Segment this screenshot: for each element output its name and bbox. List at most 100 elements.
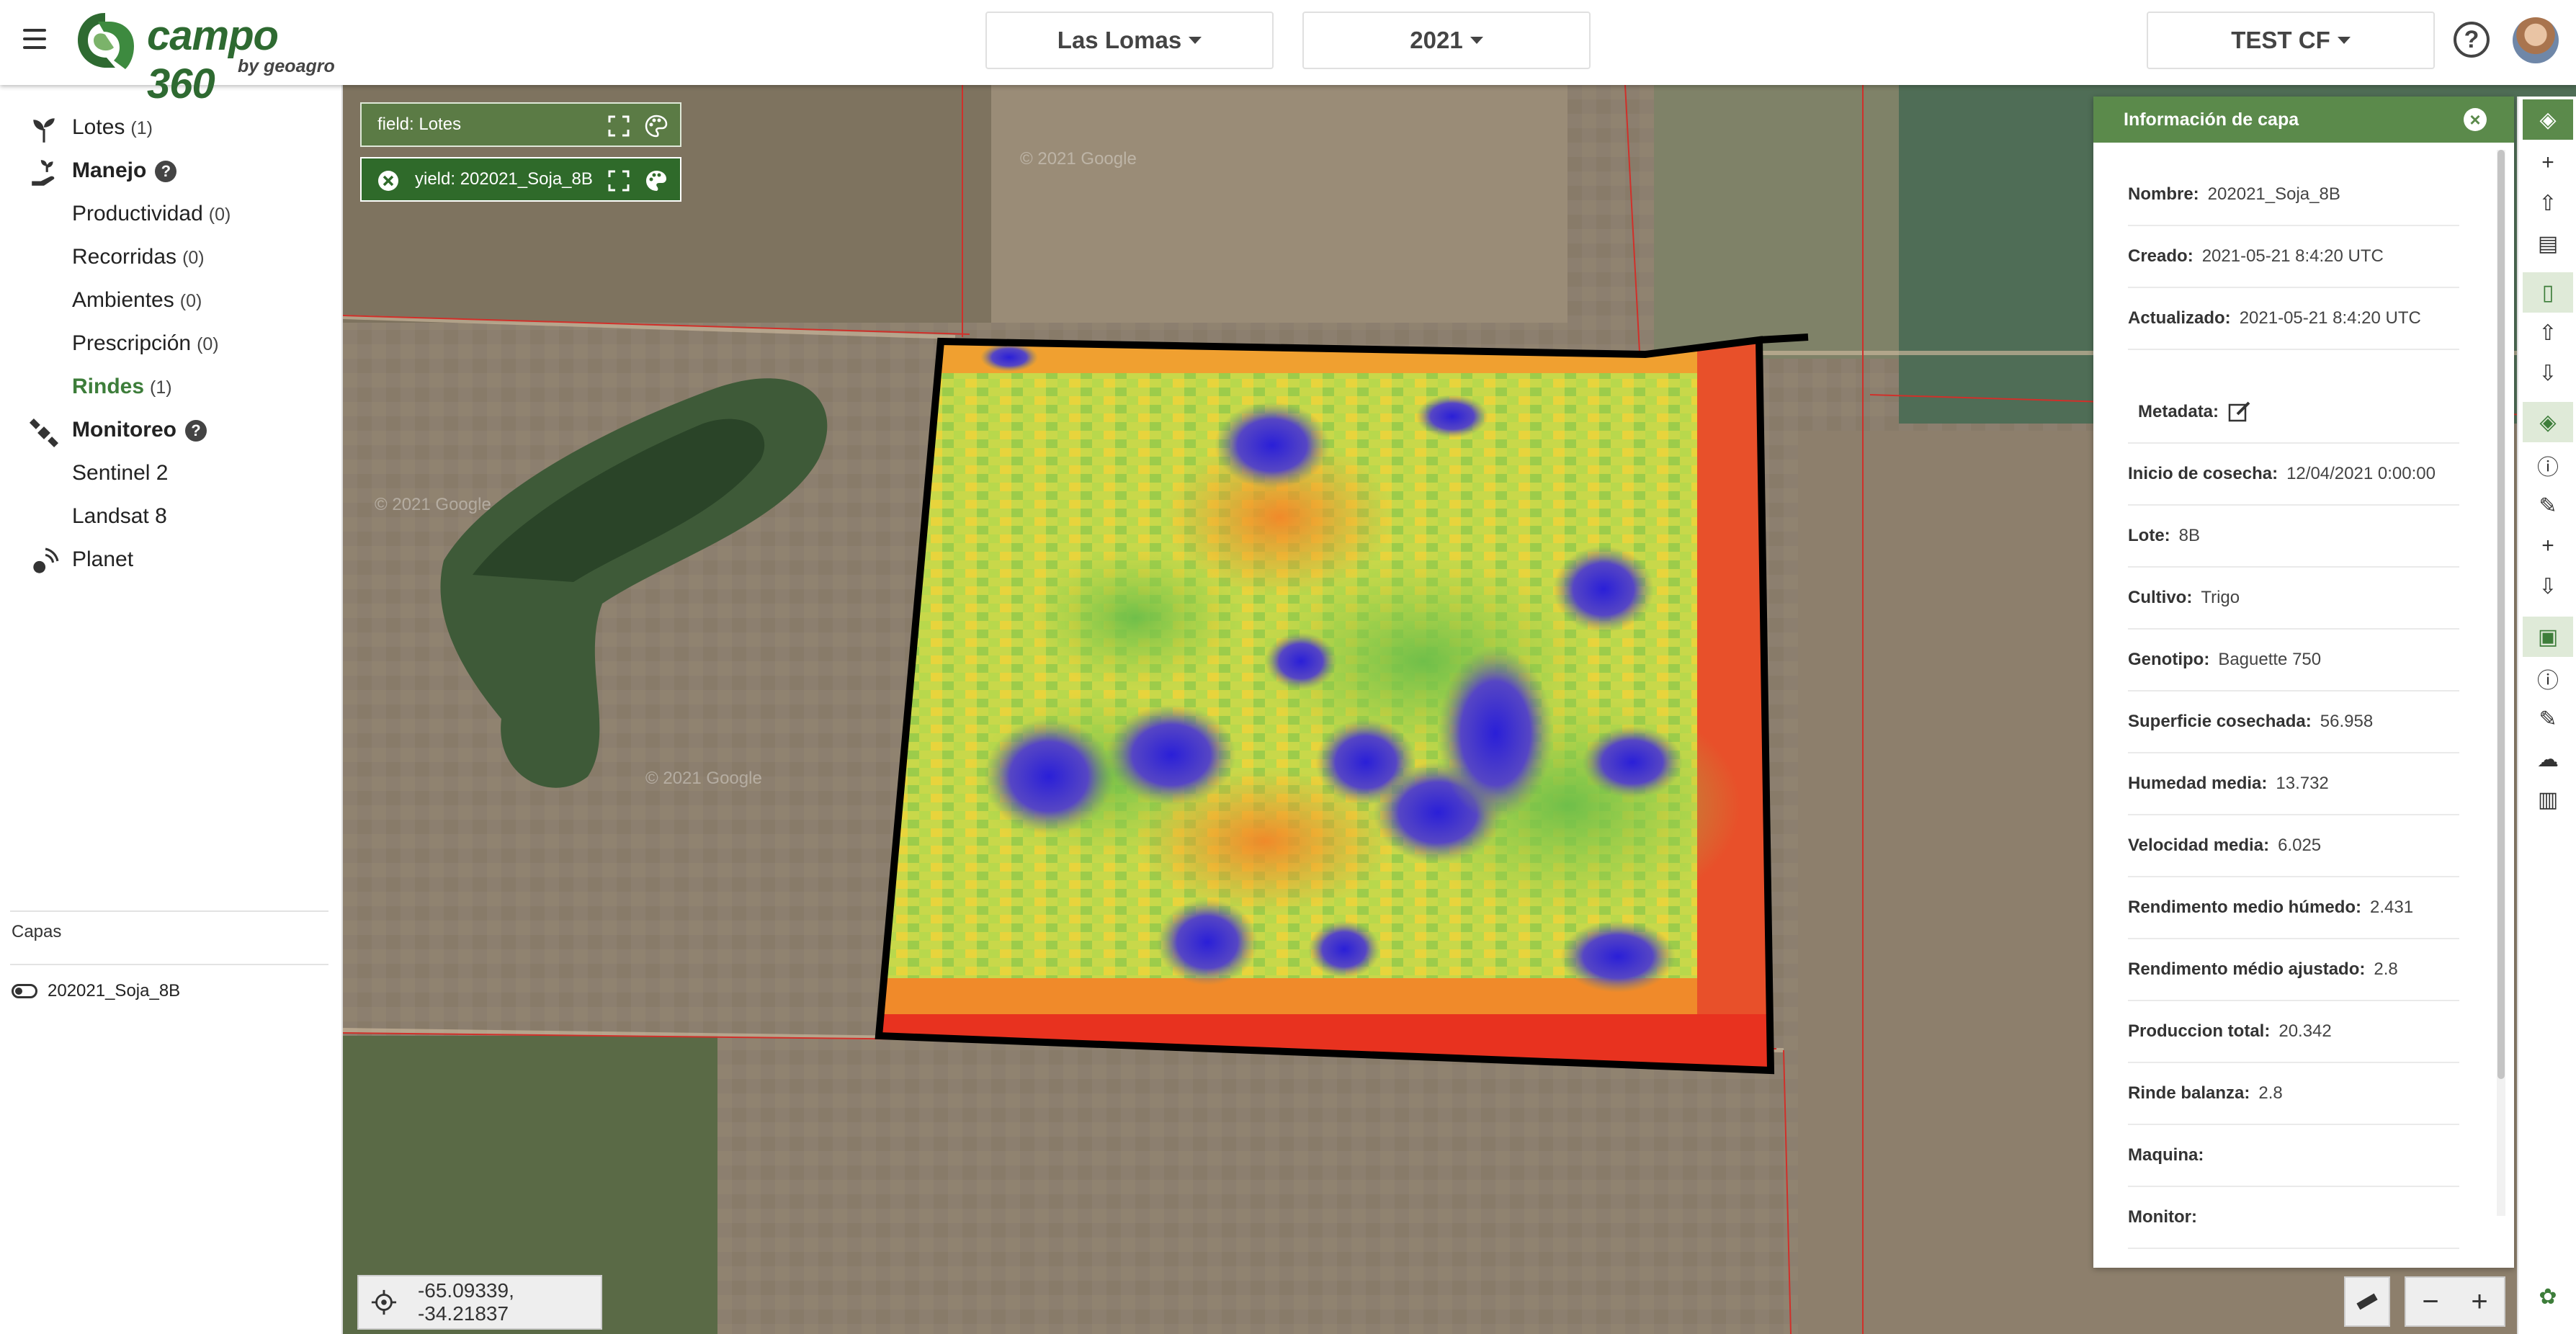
zoom-controls: − + xyxy=(2405,1276,2505,1327)
edit-icon[interactable] xyxy=(2227,400,2252,424)
sidebar-item-monitoreo[interactable]: Monitoreo? xyxy=(72,418,207,442)
edit-button[interactable]: ✎ xyxy=(2523,699,2573,739)
chevron-down-icon xyxy=(1470,37,1483,44)
help-icon[interactable]: ? xyxy=(2454,22,2490,58)
layer-visibility-toggle[interactable] xyxy=(12,984,37,998)
info-row-lote: Lote: 8B xyxy=(2128,506,2459,568)
field-layer-label[interactable]: field: Lotes xyxy=(360,102,681,147)
sidebar-item-sentinel-2[interactable]: Sentinel 2 xyxy=(72,461,168,485)
close-icon[interactable] xyxy=(376,169,401,193)
info-button[interactable]: ⓘ xyxy=(2523,658,2573,699)
palette-icon[interactable] xyxy=(644,114,668,138)
right-toolbar: ◈ + ⇧ ▤ ▯ ⇧ ⇩ ◈ ⓘ ✎ + ⇩ ▣ ⓘ ✎ ☁ ▥ ✿ xyxy=(2517,97,2576,1334)
sidebar-item-recorridas[interactable]: Recorridas (0) xyxy=(72,245,205,269)
info-key: Creado: xyxy=(2128,246,2193,266)
zoom-out-button[interactable]: − xyxy=(2422,1286,2438,1318)
info-key: Humedad media: xyxy=(2128,774,2268,793)
info-value: 2021-05-21 8:4:20 UTC xyxy=(2239,308,2421,328)
add-button[interactable]: + xyxy=(2523,143,2573,183)
info-key: Rendimento médio ajustado: xyxy=(2128,959,2366,979)
sidebar-item-lotes[interactable]: Lotes (1) xyxy=(72,115,153,140)
sidebar-item-label: Sentinel 2 xyxy=(72,461,169,485)
layer-info-panel: Información de capa × Nombre: 202021_Soja… xyxy=(2093,97,2514,1268)
info-value: 56.958 xyxy=(2320,712,2374,731)
palette-button[interactable]: ✿ xyxy=(2523,1276,2573,1317)
download-button[interactable]: ⇩ xyxy=(2523,353,2573,393)
info-value: 8B xyxy=(2178,526,2201,545)
document-button[interactable]: ▤ xyxy=(2523,223,2573,264)
chart-icon: ▥ xyxy=(2537,787,2559,812)
info-key: Maquina: xyxy=(2128,1145,2204,1165)
satellite-icon xyxy=(29,418,59,448)
ruler-button[interactable] xyxy=(2344,1276,2390,1327)
zoom-in-button[interactable]: + xyxy=(2471,1286,2487,1318)
sidebar-item-manejo[interactable]: Manejo? xyxy=(72,158,177,183)
info-icon: ⓘ xyxy=(2537,669,2559,693)
info-value: 2.8 xyxy=(2258,1083,2283,1103)
mobile-button[interactable]: ▯ xyxy=(2523,272,2573,313)
sidebar-item-label: Recorridas xyxy=(72,245,177,269)
add-button[interactable]: + xyxy=(2523,526,2573,566)
campo360-logo-icon xyxy=(78,13,134,69)
info-row-maquina: Maquina: xyxy=(2128,1125,2459,1187)
account-dropdown[interactable]: TEST CF xyxy=(2147,12,2435,69)
menu-icon[interactable] xyxy=(23,29,46,49)
layers-button[interactable]: ◈ xyxy=(2523,99,2573,140)
info-key: Inicio de cosecha: xyxy=(2128,464,2278,483)
app-subtitle: by geoagro xyxy=(238,56,335,76)
info-key: Rendimento medio húmedo: xyxy=(2128,897,2361,917)
weather-icon: ☁ xyxy=(2537,747,2559,771)
palette-icon[interactable] xyxy=(644,169,668,193)
panel-scrollbar[interactable] xyxy=(2497,150,2505,1216)
yield-layer-name: yield: 202021_Soja_8B xyxy=(415,169,593,189)
close-icon[interactable]: × xyxy=(2464,108,2487,131)
help-icon[interactable]: ? xyxy=(155,161,177,183)
mobile-icon: ▯ xyxy=(2541,280,2554,305)
sidebar-item-landsat-8[interactable]: Landsat 8 xyxy=(72,504,167,529)
upload-button[interactable]: ⇧ xyxy=(2523,313,2573,353)
top-bar: campo 360 by geoagro Las Lomas 2021 TEST… xyxy=(0,0,2576,107)
ruler-icon xyxy=(2356,1293,2378,1310)
info-value: 6.025 xyxy=(2278,836,2322,855)
info-value: 202021_Soja_8B xyxy=(2207,184,2340,204)
info-key: Actualizado: xyxy=(2128,308,2231,328)
yield-layer-label[interactable]: yield: 202021_Soja_8B xyxy=(360,157,681,202)
upload-icon: ⇧ xyxy=(2539,321,2557,345)
sidebar-item-productividad[interactable]: Productividad (0) xyxy=(72,202,231,226)
help-icon[interactable]: ? xyxy=(184,420,207,442)
establishment-label: Las Lomas xyxy=(1057,27,1182,53)
polygon-button[interactable]: ▣ xyxy=(2523,617,2573,657)
year-dropdown[interactable]: 2021 xyxy=(1302,12,1591,69)
info-button[interactable]: ⓘ xyxy=(2523,445,2573,485)
info-row-humedad: Humedad media: 13.732 xyxy=(2128,753,2459,815)
chart-button[interactable]: ▥ xyxy=(2523,779,2573,820)
sidebar-item-label: Manejo xyxy=(72,158,147,182)
year-label: 2021 xyxy=(1410,27,1463,53)
sidebar-item-label: Lotes xyxy=(72,115,125,139)
info-row-creado: Creado: 2021-05-21 8:4:20 UTC xyxy=(2128,226,2459,288)
info-icon: ⓘ xyxy=(2537,456,2559,480)
info-key: Genotipo: xyxy=(2128,650,2210,669)
expand-icon[interactable] xyxy=(607,169,631,193)
upload-button[interactable]: ⇧ xyxy=(2523,183,2573,223)
sidebar-item-planet[interactable]: Planet xyxy=(72,547,133,572)
layer-item[interactable]: 202021_Soja_8B xyxy=(12,981,180,1001)
layers-icon: ◈ xyxy=(2539,410,2557,434)
layers-toggle-button[interactable]: ◈ xyxy=(2523,402,2573,442)
sidebar-item-prescripcion[interactable]: Prescripción (0) xyxy=(72,331,219,356)
avatar[interactable] xyxy=(2513,17,2559,63)
sidebar-item-rindes[interactable]: Rindes (1) xyxy=(72,375,172,399)
weather-button[interactable]: ☁ xyxy=(2523,739,2573,779)
edit-button[interactable]: ✎ xyxy=(2523,485,2573,526)
expand-icon[interactable] xyxy=(607,114,631,138)
info-value: 2.431 xyxy=(2370,897,2414,917)
crosshair-icon[interactable] xyxy=(370,1288,398,1317)
plus-icon: + xyxy=(2541,534,2554,558)
establishment-dropdown[interactable]: Las Lomas xyxy=(985,12,1274,69)
capas-title: Capas xyxy=(12,922,62,941)
panel-title: Información de capa xyxy=(2124,109,2299,130)
sidebar-item-ambientes[interactable]: Ambientes (0) xyxy=(72,288,202,313)
app-logo[interactable]: campo 360 by geoagro xyxy=(72,7,346,107)
download-button[interactable]: ⇩ xyxy=(2523,566,2573,606)
map-watermark: © 2021 Google xyxy=(375,495,491,514)
